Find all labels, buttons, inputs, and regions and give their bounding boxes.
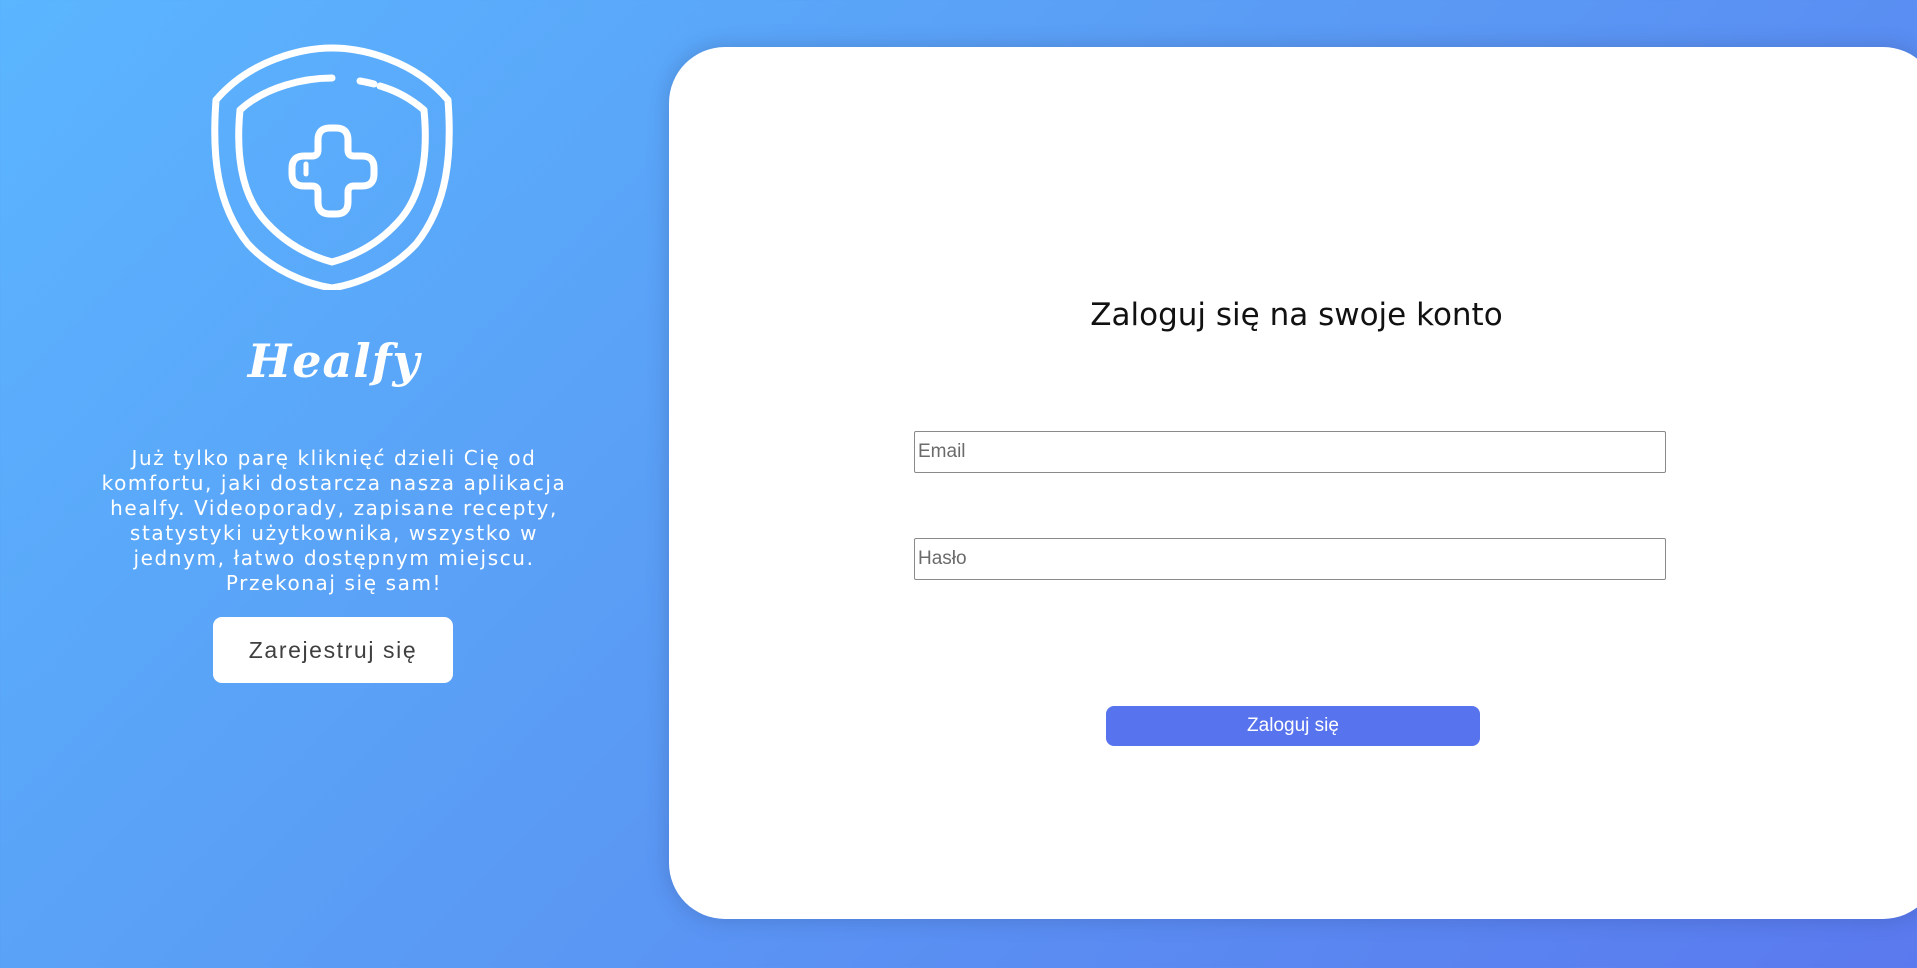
brand-name: Healfy bbox=[247, 334, 421, 388]
register-button[interactable]: Zarejestruj się bbox=[213, 617, 453, 683]
brand-tagline: Już tylko parę kliknięć dzieli Cię od ko… bbox=[101, 446, 567, 595]
login-title: Zaloguj się na swoje konto bbox=[1090, 297, 1503, 333]
brand-panel: Healfy Już tylko parę kliknięć dzieli Ci… bbox=[0, 0, 668, 968]
shield-medical-cross-icon bbox=[211, 44, 453, 290]
email-field[interactable] bbox=[914, 431, 1666, 473]
password-field[interactable] bbox=[914, 538, 1666, 580]
login-button[interactable]: Zaloguj się bbox=[1106, 706, 1480, 746]
login-card: Zaloguj się na swoje konto Zaloguj się bbox=[669, 47, 1917, 919]
